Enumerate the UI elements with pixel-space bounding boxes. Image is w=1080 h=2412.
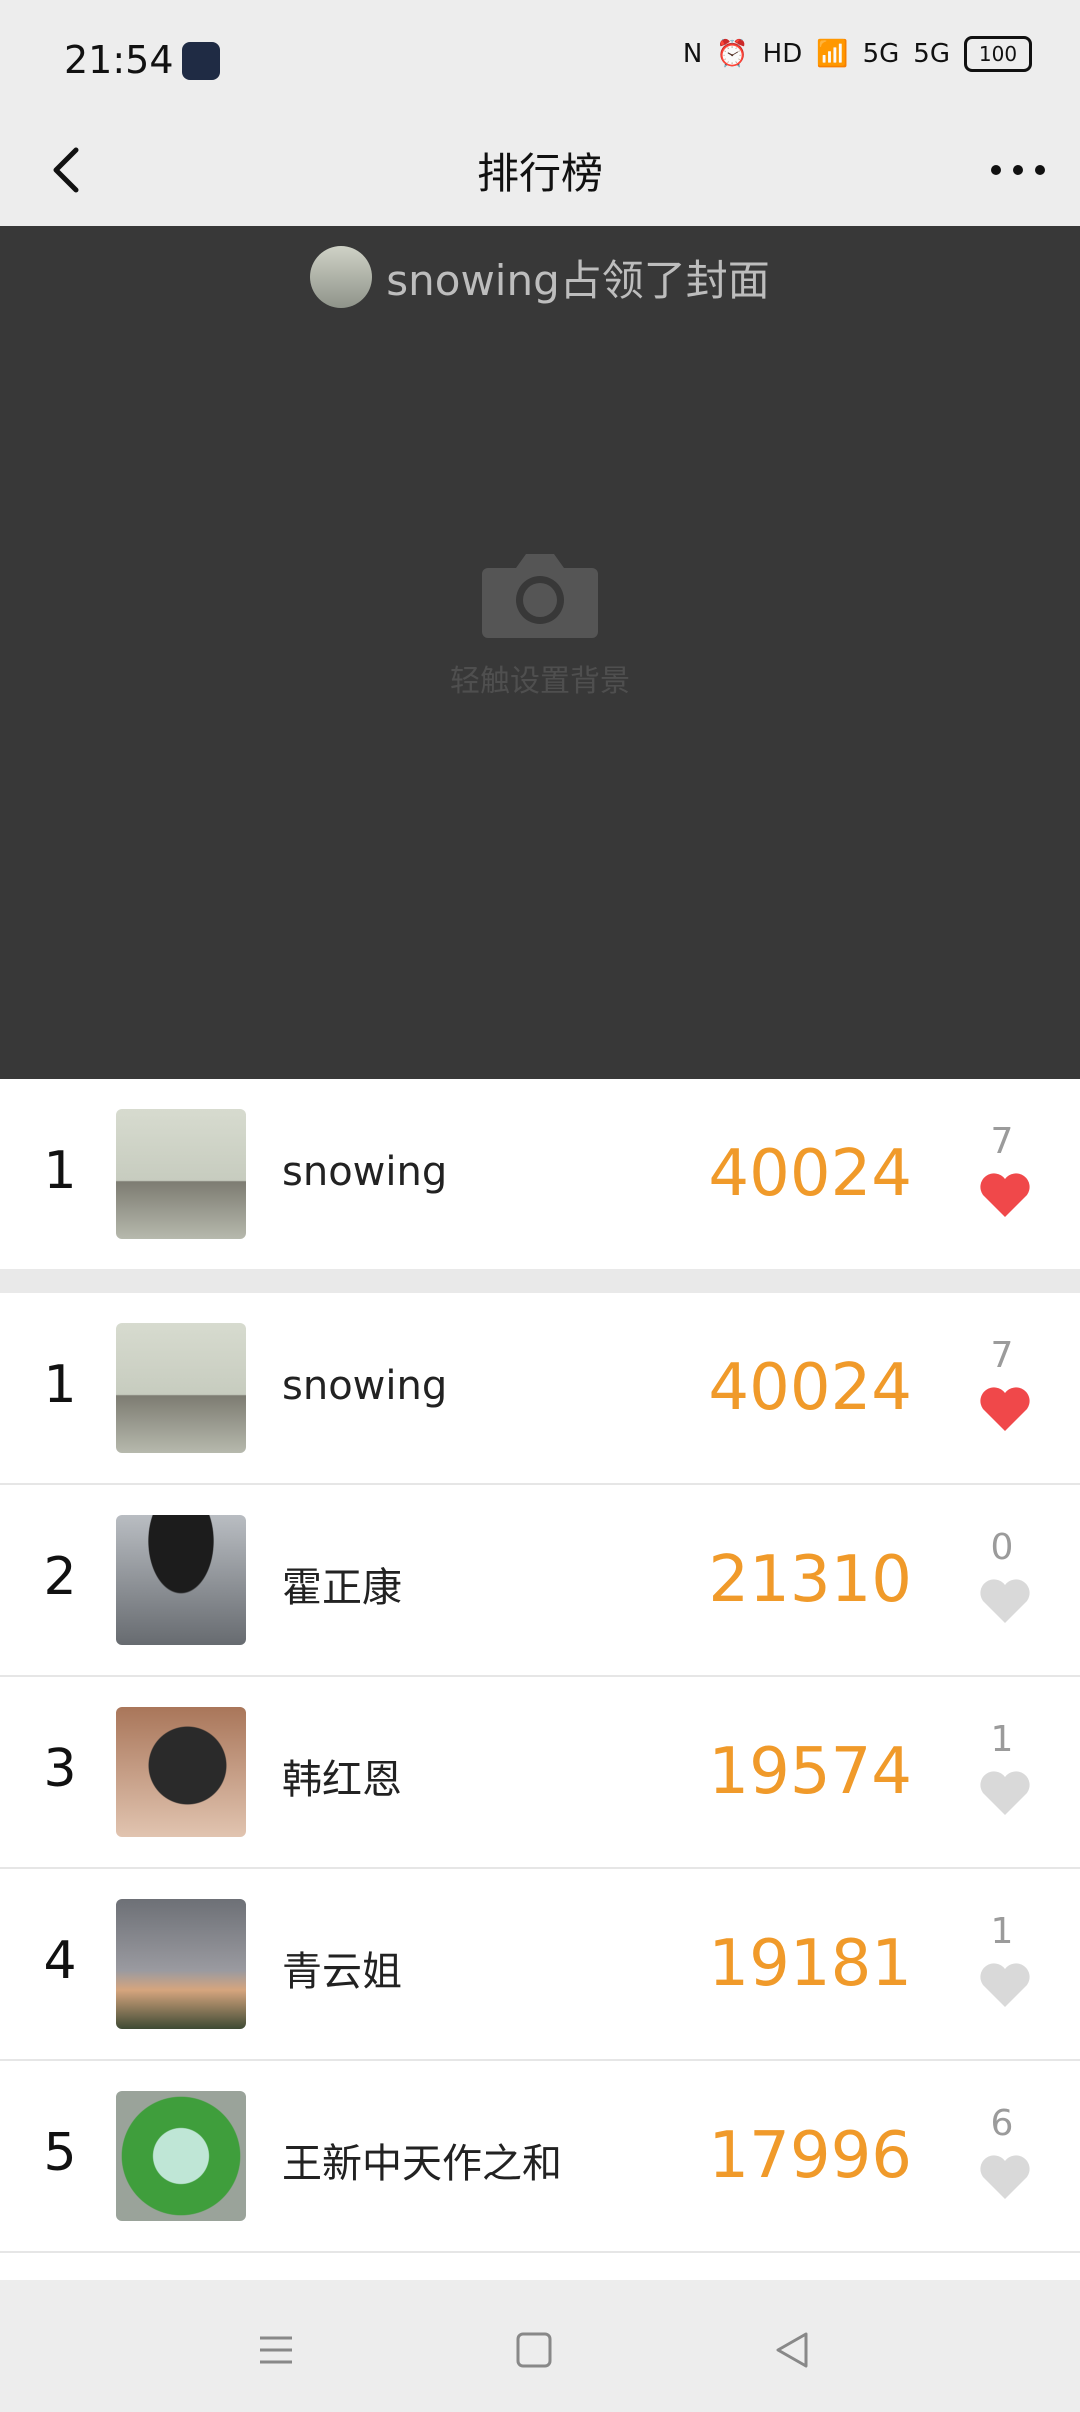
- step-count: 19574: [708, 1735, 912, 1809]
- user-name: 王新中天作之和: [282, 2141, 562, 2187]
- like-count: 7: [990, 1121, 1014, 1162]
- user-name: 韩红恩: [282, 1757, 402, 1803]
- list-item[interactable]: 4 青云姐 19181 1: [0, 1869, 1080, 2059]
- rank-number: 1: [43, 1355, 77, 1415]
- list-item[interactable]: 1 snowing 40024 7: [0, 1293, 1080, 1483]
- status-bar: 21:54 N ⏰ HD 📶 5G 5G 100: [0, 0, 1080, 118]
- menu-icon[interactable]: [246, 2320, 306, 2380]
- like-count: 0: [990, 1527, 1014, 1568]
- cover-owner-avatar: [310, 246, 373, 308]
- like-count: 1: [990, 1719, 1014, 1760]
- wifi-icon: 📶: [816, 39, 849, 69]
- heart-icon[interactable]: [978, 1769, 1032, 1817]
- list-item[interactable]: 3 韩红恩 19574 1: [0, 1677, 1080, 1867]
- avatar[interactable]: [116, 1109, 246, 1239]
- user-name: snowing: [282, 1363, 448, 1409]
- set-background-hint[interactable]: 轻触设置背景: [0, 656, 1080, 700]
- step-count: 40024: [708, 1137, 912, 1211]
- home-icon[interactable]: [504, 2320, 564, 2380]
- rank-number: 4: [43, 1931, 77, 1991]
- my-rank-row[interactable]: 1 snowing 40024 7: [0, 1079, 1080, 1269]
- rank-number: 1: [43, 1141, 77, 1201]
- cover-area[interactable]: snowing占领了封面 轻触设置背景: [0, 226, 1080, 1079]
- list-item[interactable]: 2 霍正康 21310 0: [0, 1485, 1080, 1675]
- like-count: 1: [990, 1911, 1014, 1952]
- alarm-icon: ⏰: [716, 39, 749, 69]
- like-count: 7: [990, 1335, 1014, 1376]
- section-gap: [0, 1269, 1080, 1293]
- clock: 21:54: [64, 38, 174, 82]
- heart-icon[interactable]: [978, 1577, 1032, 1625]
- rank-number: 5: [43, 2123, 77, 2183]
- avatar[interactable]: [116, 1707, 246, 1837]
- battery-level: 100: [978, 42, 1018, 66]
- user-name: snowing: [282, 1149, 448, 1195]
- status-icons: N ⏰ HD 📶 5G 5G 100: [683, 36, 1032, 72]
- heart-icon[interactable]: [978, 1961, 1032, 2009]
- avatar[interactable]: [116, 1323, 246, 1453]
- notification-app-icon: [182, 42, 220, 80]
- avatar[interactable]: [116, 1515, 246, 1645]
- rank-number: 2: [43, 1547, 77, 1607]
- step-count: 17996: [708, 2119, 912, 2193]
- cover-owner-text: snowing占领了封面: [386, 255, 770, 305]
- nfc-icon: N: [682, 39, 703, 69]
- more-icon[interactable]: [984, 136, 1052, 204]
- battery-icon: 100: [964, 36, 1032, 72]
- rank-number: 3: [43, 1739, 77, 1799]
- hd-icon: HD: [762, 39, 803, 69]
- step-count: 21310: [708, 1543, 912, 1617]
- user-name: 霍正康: [282, 1565, 402, 1611]
- list-item[interactable]: 5 王新中天作之和 17996 6: [0, 2061, 1080, 2251]
- back-nav-icon[interactable]: [762, 2320, 822, 2380]
- step-count: 19181: [708, 1927, 912, 2001]
- heart-icon[interactable]: [978, 1171, 1032, 1219]
- signal-5g-icon: 5G: [913, 39, 950, 69]
- step-count: 40024: [708, 1351, 912, 1425]
- avatar[interactable]: [116, 1899, 246, 2029]
- camera-icon[interactable]: [480, 546, 600, 642]
- cover-owner: snowing占领了封面: [0, 246, 1080, 308]
- heart-icon[interactable]: [978, 2153, 1032, 2201]
- signal-5g-icon: 5G: [862, 39, 900, 69]
- system-nav-bar: [0, 2280, 1080, 2412]
- heart-icon[interactable]: [978, 1385, 1032, 1433]
- like-count: 6: [990, 2103, 1014, 2144]
- user-name: 青云姐: [282, 1949, 402, 1995]
- top-nav: 排行榜: [0, 118, 1080, 226]
- avatar[interactable]: [116, 2091, 246, 2221]
- page-title: 排行榜: [476, 149, 603, 198]
- list-item-partial: [0, 2253, 1080, 2280]
